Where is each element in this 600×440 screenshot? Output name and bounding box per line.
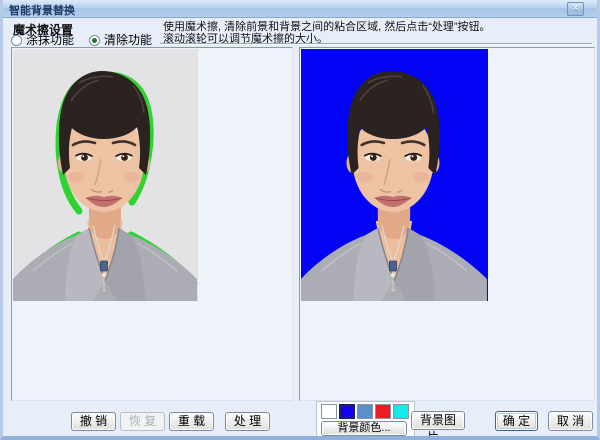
radio-smear-circle[interactable] (11, 35, 22, 46)
dialog-window: 智能背景替换 × 魔术擦设置 涂抹功能 清除功能 使用魔术擦, 清除前景和背景之… (0, 0, 600, 440)
reload-button[interactable]: 重 载 (169, 412, 214, 431)
close-icon[interactable]: × (567, 2, 584, 16)
swatch-cyan[interactable] (393, 404, 409, 419)
swatch-red[interactable] (375, 404, 391, 419)
instruction-text: 使用魔术擦, 清除前景和背景之间的粘合区域, 然后点击“处理”按钮。 滚动滚轮可… (163, 21, 593, 45)
ok-button[interactable]: 确 定 (495, 411, 538, 431)
radio-erase-label: 清除功能 (104, 33, 152, 47)
swatch-white[interactable] (321, 404, 337, 419)
radio-smear[interactable]: 涂抹功能 (11, 31, 74, 44)
swatch-steel-blue[interactable] (357, 404, 373, 419)
swatch-row (321, 404, 409, 419)
background-image-button[interactable]: 背景图片... (411, 411, 465, 430)
after-photo-preview (301, 49, 488, 301)
instruction-line-1: 使用魔术擦, 清除前景和背景之间的粘合区域, 然后点击“处理”按钮。 (163, 21, 593, 33)
before-panel (11, 47, 293, 401)
radio-erase-circle[interactable] (89, 35, 100, 46)
undo-button[interactable]: 撤 销 (71, 412, 116, 431)
background-color-group: 背景颜色... (316, 401, 415, 437)
radio-smear-label: 涂抹功能 (26, 33, 74, 47)
swatch-blue[interactable] (339, 404, 355, 419)
titlebar[interactable]: 智能背景替换 × (0, 0, 600, 18)
before-photo-canvas[interactable] (13, 49, 198, 301)
divider (160, 43, 592, 45)
radio-erase[interactable]: 清除功能 (89, 31, 152, 44)
after-panel (299, 47, 595, 401)
process-button[interactable]: 处 理 (225, 412, 270, 431)
background-color-button[interactable]: 背景颜色... (321, 421, 407, 436)
cancel-button[interactable]: 取 消 (548, 411, 593, 431)
window-title: 智能背景替换 (9, 2, 75, 18)
redo-button: 恢 复 (120, 412, 165, 431)
